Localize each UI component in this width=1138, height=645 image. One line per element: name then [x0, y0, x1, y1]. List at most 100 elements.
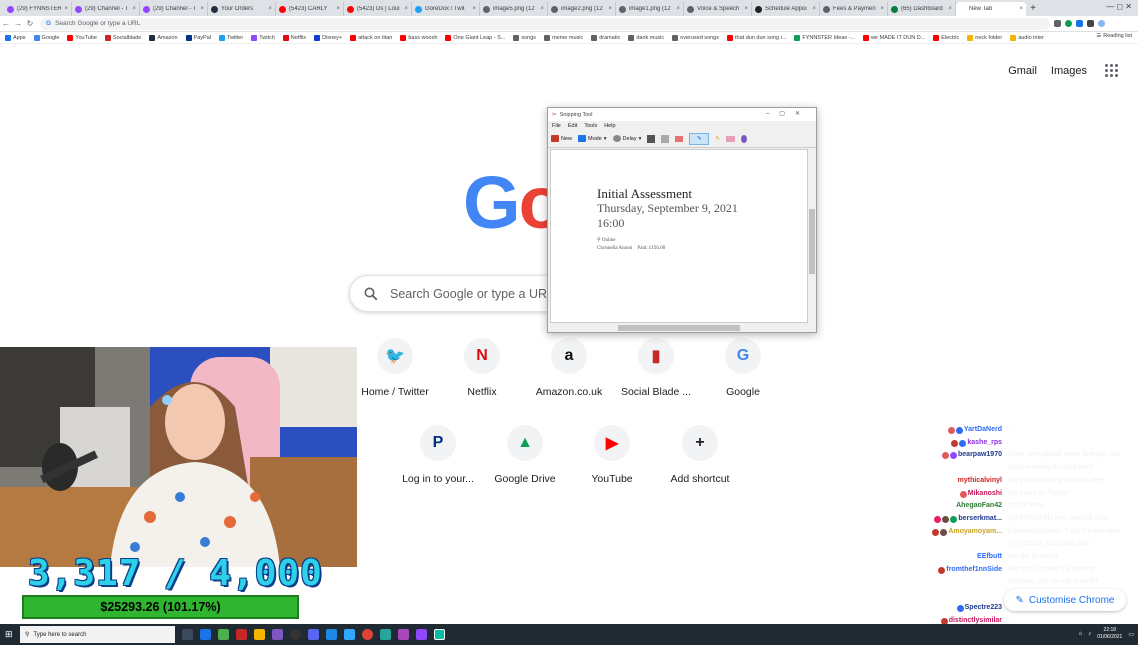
shortcut-tile[interactable]: N Netflix [438, 338, 526, 398]
paint3d-icon[interactable] [740, 134, 747, 143]
bookmark-item[interactable]: overused songs [672, 35, 719, 41]
copy-icon[interactable] [661, 134, 670, 143]
shortcut-tile[interactable]: 🐦 Home / Twitter [351, 338, 439, 398]
profile-avatar[interactable] [1098, 20, 1105, 27]
app-icon[interactable] [236, 629, 247, 640]
bookmark-item[interactable]: Amazon [149, 35, 178, 41]
discord-icon[interactable] [308, 629, 319, 640]
snipping-tool-window[interactable]: ✂ Snipping Tool –▢✕ File Edit Tools Help Ne… [547, 107, 817, 333]
browser-tab[interactable]: New Tab × [956, 2, 1026, 16]
horizontal-scrollbar[interactable] [550, 324, 808, 332]
bookmark-item[interactable]: bass woosh [400, 35, 437, 41]
browser-tab[interactable]: (29) Channel - T × [72, 2, 140, 16]
bookmark-item[interactable]: PayPal [185, 35, 211, 41]
reading-list-button[interactable]: ☰ Reading list [1096, 33, 1132, 39]
bookmark-item[interactable]: Google [33, 35, 59, 41]
url-input[interactable]: G Search Google or type a URL [40, 17, 1050, 30]
new-tab-button[interactable]: + [1026, 2, 1040, 16]
apps-grid-icon[interactable] [1105, 64, 1118, 77]
notification-icon[interactable]: ▭ [1128, 631, 1134, 638]
add-shortcut-tile[interactable]: + Add shortcut [656, 425, 744, 485]
obs-icon[interactable] [290, 629, 301, 640]
twitch-icon[interactable] [416, 629, 427, 640]
menu-item[interactable]: Tools [584, 123, 597, 129]
scrollbar-thumb[interactable] [618, 325, 740, 331]
send-icon[interactable] [675, 135, 684, 142]
bookmark-item[interactable]: dramatic [591, 35, 620, 41]
chrome-icon[interactable] [362, 629, 373, 640]
browser-tab[interactable]: image2.png (12 × [548, 2, 616, 16]
bookmark-item[interactable]: Apps [5, 35, 26, 41]
snipping-tool-taskbar-icon[interactable] [434, 629, 445, 640]
file-explorer-icon[interactable] [254, 629, 265, 640]
bookmark-item[interactable]: dank music [628, 35, 664, 41]
bookmark-item[interactable]: One Giant Leap - S... [445, 35, 505, 41]
menu-item[interactable]: Edit [568, 123, 577, 129]
photoshop-icon[interactable] [344, 629, 355, 640]
shortcut-tile[interactable]: G Google [699, 338, 787, 398]
close-tab-icon[interactable]: × [608, 6, 612, 12]
close-tab-icon[interactable]: × [336, 6, 340, 12]
browser-tab[interactable]: (65) Dashboard × [888, 2, 956, 16]
taskbar-clock[interactable]: 22:18 01/06/2021 [1097, 627, 1122, 641]
windows-start-icon[interactable]: ⊞ [5, 629, 13, 640]
close-tab-icon[interactable]: × [676, 6, 680, 12]
close-tab-icon[interactable]: × [404, 6, 408, 12]
gmail-link[interactable]: Gmail [1008, 65, 1037, 77]
volume-icon[interactable]: ♪ [1088, 631, 1091, 637]
highlighter-icon[interactable]: ✎ [715, 136, 720, 142]
extension-icon[interactable] [1076, 20, 1083, 27]
back-button[interactable]: ← [0, 19, 12, 28]
window-controls[interactable]: — ◻ ✕ [1106, 2, 1132, 11]
close-tab-icon[interactable]: × [64, 6, 68, 12]
shortcut-tile[interactable]: ▮ Social Blade ... [612, 338, 700, 398]
bookmark-item[interactable]: we MADE IT DUN D... [862, 35, 925, 41]
menu-item[interactable]: Help [604, 123, 615, 129]
forward-button[interactable]: → [12, 19, 24, 28]
close-tab-icon[interactable]: × [540, 6, 544, 12]
customise-chrome-button[interactable]: ✎ Customise Chrome [1004, 589, 1126, 611]
bookmark-item[interactable]: neck folder [967, 35, 1002, 41]
shortcut-tile[interactable]: a Amazon.co.uk [525, 338, 613, 398]
bookmark-item[interactable]: songs [513, 35, 536, 41]
taskbar-search[interactable]: ⚲ Type here to search [20, 626, 175, 643]
browser-tab[interactable]: (5423) CARLY × [276, 2, 344, 16]
vertical-scrollbar[interactable] [808, 149, 816, 323]
save-icon[interactable] [647, 134, 656, 143]
reload-button[interactable]: ↻ [24, 19, 36, 28]
eraser-icon[interactable] [725, 135, 735, 142]
bookmark-item[interactable]: audio inter [1010, 35, 1044, 41]
scrollbar-thumb[interactable] [809, 209, 815, 274]
close-tab-icon[interactable]: × [472, 6, 476, 12]
browser-tab[interactable]: GoreDox / Twit × [412, 2, 480, 16]
close-tab-icon[interactable]: × [268, 6, 272, 12]
bookmark-item[interactable]: that dun dun song i... [727, 35, 786, 41]
bookmark-item[interactable]: Netflix [282, 35, 306, 41]
minecraft-icon[interactable] [218, 629, 229, 640]
app-icon[interactable] [272, 629, 283, 640]
browser-tab[interactable]: Schedule Appoi × [752, 2, 820, 16]
close-tab-icon[interactable]: × [1019, 6, 1023, 12]
close-tab-icon[interactable]: × [132, 6, 136, 12]
extension-icon[interactable] [1054, 20, 1061, 27]
browser-tab[interactable]: (29) FYNNSTER × [4, 2, 72, 16]
images-link[interactable]: Images [1051, 65, 1087, 77]
delay-button[interactable]: Delay ▾ [612, 135, 641, 142]
task-view-icon[interactable] [182, 629, 193, 640]
close-tab-icon[interactable]: × [744, 6, 748, 12]
browser-tab[interactable]: (29) Channel - T × [140, 2, 208, 16]
menu-item[interactable]: File [552, 123, 561, 129]
shortcut-tile[interactable]: ▶ YouTube [568, 425, 656, 485]
bookmark-item[interactable]: Disney+ [314, 35, 342, 41]
close-tab-icon[interactable]: × [812, 6, 816, 12]
extension-icon[interactable] [1065, 20, 1072, 27]
shortcut-tile[interactable]: P Log in to your... [394, 425, 482, 485]
browser-tab[interactable]: Your Orders × [208, 2, 276, 16]
browser-tab[interactable]: Voice & Speech × [684, 2, 752, 16]
browser-tab[interactable]: image1.png (12 × [616, 2, 684, 16]
browser-tab[interactable]: (5423) Ds | Loui × [344, 2, 412, 16]
close-tab-icon[interactable]: × [880, 6, 884, 12]
app-icon[interactable] [398, 629, 409, 640]
browser-tab[interactable]: Fees & Paymen × [820, 2, 888, 16]
steam-icon[interactable] [200, 629, 211, 640]
